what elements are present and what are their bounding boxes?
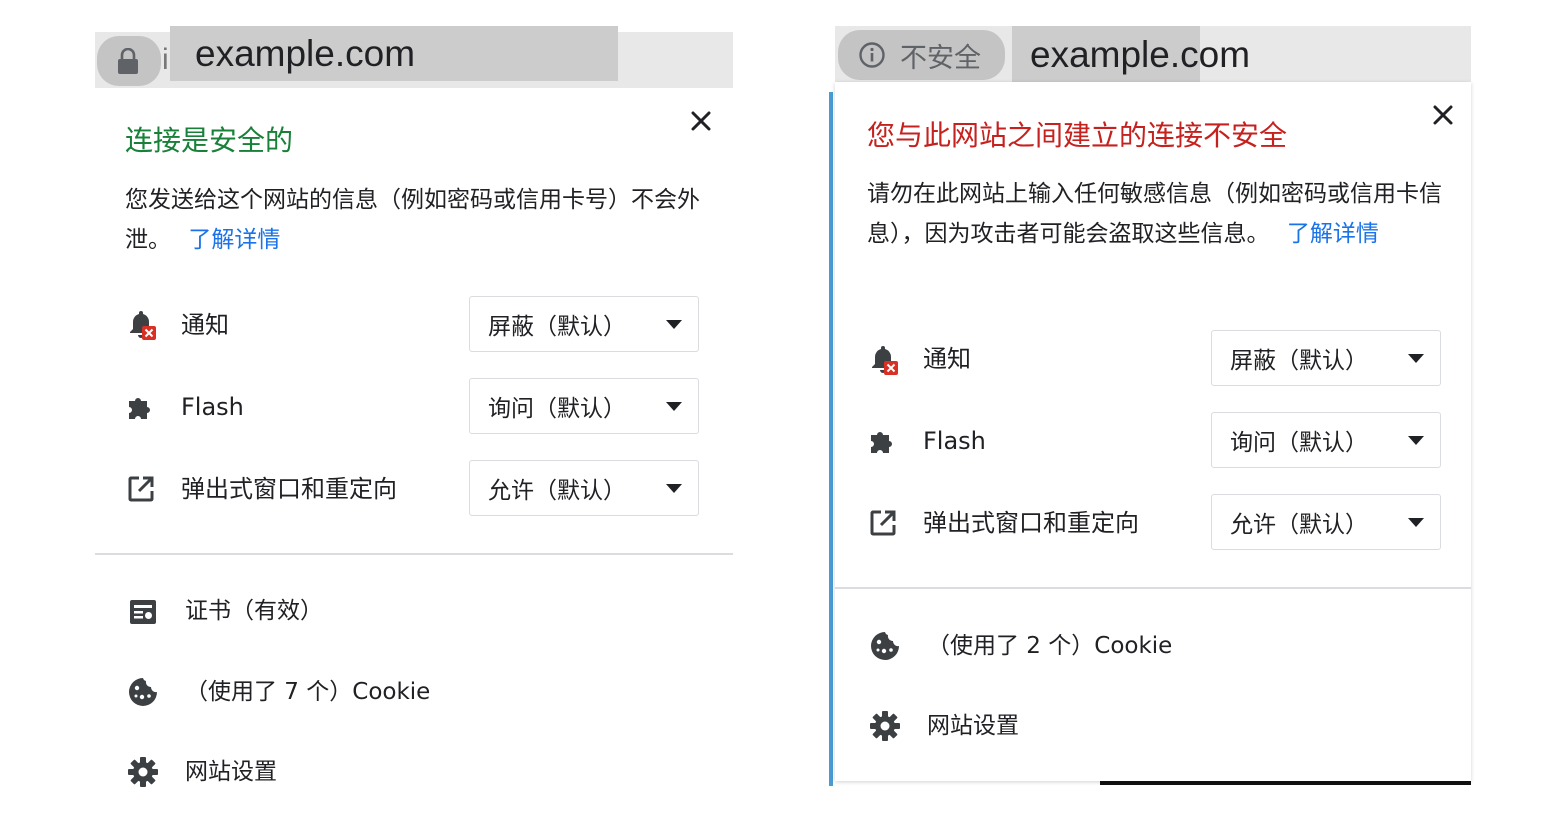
right-close-button[interactable] (1430, 102, 1456, 128)
right-url[interactable]: example.com (1030, 35, 1250, 75)
popup-icon (125, 473, 157, 505)
left-permission-label-flash: Flash (181, 393, 244, 421)
left-permission-label-popups: 弹出式窗口和重定向 (181, 475, 397, 503)
left-partial-text: i (162, 43, 169, 76)
notification-blocked-icon (867, 344, 899, 376)
puzzle-icon (125, 391, 157, 423)
select-value: 询问（默认） (1230, 430, 1368, 456)
left-permission-label-notifications: 通知 (181, 311, 229, 339)
right-permission-select-notifications[interactable]: 屏蔽（默认） (1211, 330, 1441, 386)
notification-blocked-icon (125, 309, 157, 341)
select-value: 允许（默认） (1230, 512, 1368, 538)
left-site-info-panel: 连接是安全的 您发送给这个网站的信息（例如密码或信用卡号）不会外泄。 了解详情 … (95, 88, 733, 818)
right-permission-select-popups[interactable]: 允许（默认） (1211, 494, 1441, 550)
left-description: 您发送给这个网站的信息（例如密码或信用卡号）不会外泄。 了解详情 (125, 180, 700, 260)
close-icon (691, 111, 711, 131)
dropdown-arrow-icon (1408, 436, 1424, 445)
left-cookie-item[interactable]: （使用了 7 个）Cookie (185, 676, 430, 708)
right-learn-more-link[interactable]: 了解详情 (1287, 221, 1379, 247)
lock-icon (116, 47, 140, 74)
select-value: 屏蔽（默认） (1230, 348, 1368, 374)
dropdown-arrow-icon (666, 484, 682, 493)
gear-icon (127, 756, 159, 788)
right-permission-select-flash[interactable]: 询问（默认） (1211, 412, 1441, 468)
dropdown-arrow-icon (1408, 354, 1424, 363)
security-chip[interactable]: 不安全 (838, 30, 1005, 80)
dropdown-arrow-icon (1408, 518, 1424, 527)
right-permission-label-notifications: 通知 (923, 345, 971, 373)
cookie-icon (127, 676, 159, 708)
cookie-icon (869, 630, 901, 662)
right-permission-label-popups: 弹出式窗口和重定向 (923, 509, 1139, 537)
right-permission-label-flash: Flash (923, 427, 986, 455)
info-icon (858, 41, 886, 69)
right-divider (835, 587, 1471, 589)
right-panel-bottom-edge (1100, 781, 1471, 785)
select-value: 询问（默认） (488, 396, 626, 422)
right-site-info-panel: 您与此网站之间建立的连接不安全 请勿在此网站上输入任何敏感信息（例如密码或信用卡… (835, 82, 1471, 781)
right-connection-title: 您与此网站之间建立的连接不安全 (867, 119, 1288, 152)
left-divider (95, 553, 733, 555)
select-value: 允许（默认） (488, 478, 626, 504)
left-connection-title: 连接是安全的 (125, 124, 294, 157)
popup-icon (867, 507, 899, 539)
right-description: 请勿在此网站上输入任何敏感信息（例如密码或信用卡信息），因为攻击者可能会盗取这些… (867, 174, 1447, 254)
left-site-settings-item[interactable]: 网站设置 (185, 756, 277, 788)
certificate-icon (127, 596, 159, 628)
dropdown-arrow-icon (666, 320, 682, 329)
left-url[interactable]: example.com (195, 34, 415, 74)
left-learn-more-link[interactable]: 了解详情 (188, 227, 280, 253)
gear-icon (869, 710, 901, 742)
right-panel-accent-border (829, 92, 833, 786)
right-site-settings-item[interactable]: 网站设置 (927, 710, 1019, 742)
left-permission-select-flash[interactable]: 询问（默认） (469, 378, 699, 434)
left-permission-select-notifications[interactable]: 屏蔽（默认） (469, 296, 699, 352)
left-close-button[interactable] (688, 108, 714, 134)
dropdown-arrow-icon (666, 402, 682, 411)
close-icon (1433, 105, 1453, 125)
left-permission-select-popups[interactable]: 允许（默认） (469, 460, 699, 516)
right-cookie-item[interactable]: （使用了 2 个）Cookie (927, 630, 1172, 662)
left-certificate-item[interactable]: 证书（有效） (185, 595, 323, 627)
lock-chip[interactable] (97, 36, 161, 86)
puzzle-icon (867, 425, 899, 457)
not-secure-label: 不安全 (900, 42, 981, 74)
select-value: 屏蔽（默认） (488, 314, 626, 340)
